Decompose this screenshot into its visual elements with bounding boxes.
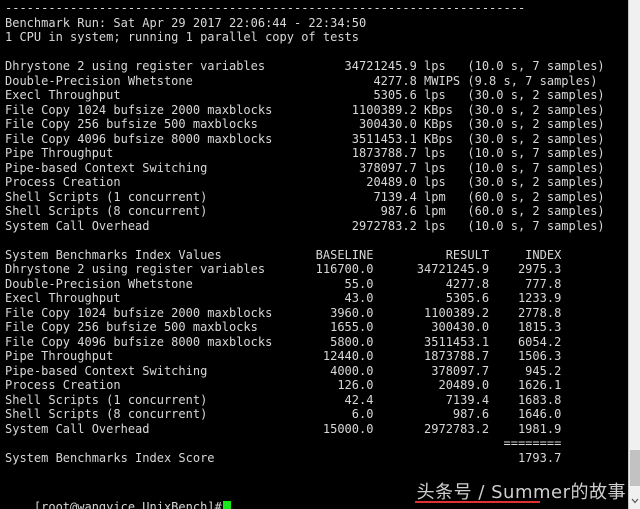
vertical-scrollbar[interactable] [628,0,640,509]
terminal-window: ----------------------------------------… [0,0,640,509]
benchmark-output: ----------------------------------------… [5,1,605,465]
scrollbar-thumb[interactable] [630,450,640,486]
text-cursor [222,500,231,509]
watermark-text: 头条号 / Summer的故事 [416,482,626,503]
chevron-down-icon[interactable] [629,493,640,509]
shell-prompt-line: [root@wangyice UnixBench]# [5,485,231,509]
shell-prompt-text: [root@wangyice UnixBench]# [33,499,222,509]
terminal-output-area[interactable]: ----------------------------------------… [0,0,628,509]
